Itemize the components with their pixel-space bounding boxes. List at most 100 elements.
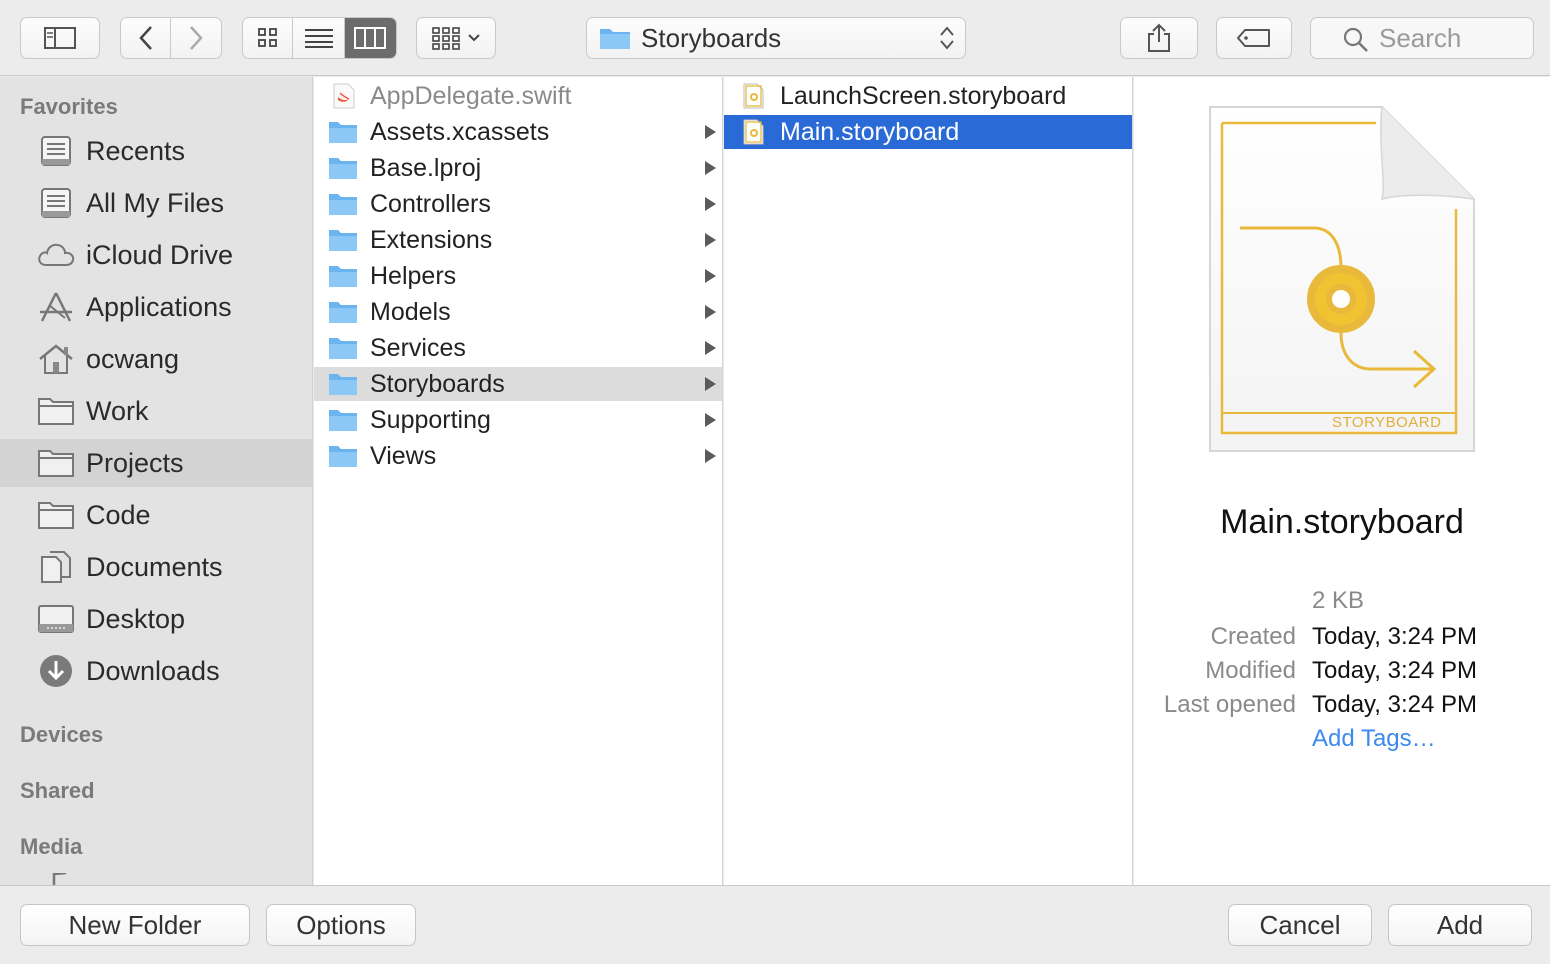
path-popup[interactable]: Storyboards [586,17,966,59]
desktop-icon [36,602,76,636]
folder-row-services[interactable]: Services [314,331,722,365]
sidebar-item-ocwang[interactable]: ocwang [0,335,312,383]
back-forward-control [120,17,222,59]
swift-file-icon [333,83,355,109]
folder-row-controllers[interactable]: Controllers [314,187,722,221]
file-name: AppDelegate.swift [370,81,572,110]
back-button[interactable] [121,18,172,58]
tag-icon [1237,29,1270,47]
arrange-menu-button[interactable] [416,17,496,59]
grid-icon [257,28,277,47]
sidebar-item-projects[interactable]: Projects [0,439,312,487]
sidebar-section-media[interactable]: Media [20,834,82,860]
sidebar-item-label: Applications [86,291,232,322]
created-value: Today, 3:24 PM [1312,623,1477,650]
folder-name: Extensions [370,225,493,254]
browser-column-2: LaunchScreen.storyboard Main.storyboard [724,77,1133,885]
sidebar-item-code[interactable]: Code [0,491,312,539]
sidebar-item-icloud-drive[interactable]: iCloud Drive [0,231,312,279]
folder-name: Helpers [370,261,457,290]
sidebar-item-label: iCloud Drive [86,239,234,270]
folder-icon [36,446,76,480]
share-button[interactable] [1120,17,1198,59]
preview-pane: STORYBOARD Main.storyboard 2 KB Created … [1134,77,1550,885]
folder-name: Models [370,297,451,326]
created-label: Created [1210,623,1296,650]
sidebar-item-label: Code [86,499,151,530]
sidebar-item-label: Work [86,395,149,426]
bottom-bar: New Folder Options Cancel Add [0,885,1550,964]
folder-icon [329,266,357,287]
music-icon [40,871,68,885]
disclosure-arrow-icon [705,197,716,211]
sidebar-item-label: ocwang [86,343,180,374]
folder-row-helpers[interactable]: Helpers [314,259,722,293]
sidebar-toggle-button[interactable] [20,17,100,59]
folder-row-extensions[interactable]: Extensions [314,223,722,257]
storyboard-file-icon [743,119,764,145]
sidebar-item-all-my-files[interactable]: All My Files [0,179,312,227]
file-row-appdelegate[interactable]: AppDelegate.swift [314,79,722,113]
list-view-button[interactable] [293,18,345,58]
chevron-left-icon [138,26,152,50]
sidebar-item-work[interactable]: Work [0,387,312,435]
folder-row-base-lproj[interactable]: Base.lproj [314,151,722,185]
sidebar-section-devices[interactable]: Devices [20,722,103,748]
view-mode-control [242,17,397,59]
disclosure-arrow-icon [705,161,716,175]
folder-row-storyboards[interactable]: Storyboards [314,367,722,401]
sidebar-item-downloads[interactable]: Downloads [0,647,312,695]
folder-icon [329,338,357,359]
sidebar-item-label: Recents [86,135,186,166]
storyboard-file-icon [743,83,764,109]
folder-row-models[interactable]: Models [314,295,722,329]
folder-name: Base.lproj [370,153,482,182]
sidebar-item-applications[interactable]: Applications [0,283,312,331]
folder-name: Supporting [370,405,491,434]
folder-icon [36,394,76,428]
documents-icon [36,550,76,584]
path-popup-label: Storyboards [641,22,782,53]
add-tags-link[interactable]: Add Tags… [1312,725,1436,753]
search-placeholder: Search [1379,22,1462,53]
column-view-button[interactable] [344,18,396,58]
all-files-icon [36,186,76,220]
sidebar-item-documents[interactable]: Documents [0,543,312,591]
toolbar: Storyboards Search [0,0,1550,76]
disclosure-arrow-icon [705,269,716,283]
folder-row-views[interactable]: Views [314,439,722,473]
folder-icon [329,374,357,395]
file-name: LaunchScreen.storyboard [780,81,1067,110]
sidebar-icon [44,27,76,49]
storyboard-document-icon [1209,106,1475,452]
sidebar-item-recents[interactable]: Recents [0,127,312,175]
disclosure-arrow-icon [705,125,716,139]
cancel-button[interactable]: Cancel [1228,904,1372,946]
updown-arrows-icon [940,26,954,50]
file-row-launchscreen[interactable]: LaunchScreen.storyboard [724,79,1132,113]
folder-icon [329,446,357,467]
tags-button[interactable] [1216,17,1292,59]
options-button[interactable]: Options [266,904,416,946]
sidebar-section-shared[interactable]: Shared [20,778,95,804]
last-opened-label: Last opened [1163,691,1296,718]
downloads-icon [36,654,76,688]
file-row-main-storyboard[interactable]: Main.storyboard [724,115,1132,149]
search-icon [1343,27,1368,52]
modified-value: Today, 3:24 PM [1312,657,1477,684]
sidebar-item-desktop[interactable]: Desktop [0,595,312,643]
search-field[interactable]: Search [1310,17,1534,59]
folder-name: Storyboards [370,369,505,398]
arrange-grid-icon [432,27,480,50]
new-folder-button[interactable]: New Folder [20,904,250,946]
folder-icon [36,498,76,532]
recents-icon [36,134,76,168]
add-button[interactable]: Add [1388,904,1532,946]
icon-view-button[interactable] [243,18,294,58]
folder-name: Controllers [370,189,491,218]
folder-row-assets[interactable]: Assets.xcassets [314,115,722,149]
sidebar-item-label: Desktop [86,603,186,634]
forward-button[interactable] [171,18,221,58]
disclosure-arrow-icon [705,449,716,463]
folder-row-supporting[interactable]: Supporting [314,403,722,437]
